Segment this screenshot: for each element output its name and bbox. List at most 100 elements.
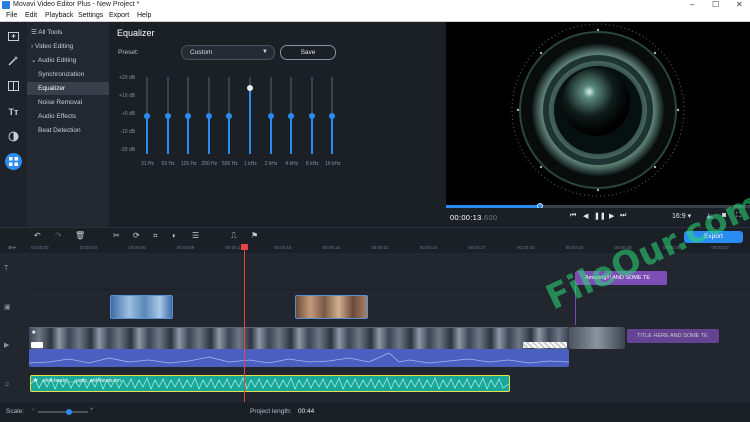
- tool-video-editing[interactable]: › Video Editing: [27, 40, 109, 53]
- zoom-out-icon[interactable]: −: [31, 407, 35, 413]
- menu-file[interactable]: File: [6, 10, 17, 21]
- menu-bar: File Edit Playback Settings Export Help: [0, 10, 750, 22]
- ruler-tick-label: 00:00:06: [128, 245, 146, 250]
- add-track-icon[interactable]: ≡+: [8, 245, 16, 252]
- title-track-icon: T: [4, 265, 9, 272]
- close-button[interactable]: ✕: [736, 0, 743, 10]
- title-clip[interactable]: TITLE HERE AND SOME TE: [627, 329, 719, 343]
- eq-slider-handle[interactable]: [288, 112, 295, 119]
- clip-properties-icon[interactable]: ☰: [192, 231, 199, 240]
- previous-frame-icon[interactable]: ◀: [583, 212, 588, 220]
- minimize-button[interactable]: –: [690, 0, 694, 10]
- chevron-down-icon: ⌄: [31, 57, 37, 64]
- equalizer-sliders: +20 dB +10 dB +0 dB -10 dB -20 dB 31 Hz 6…: [109, 75, 445, 185]
- menu-playback[interactable]: Playback: [45, 10, 73, 21]
- eq-slider-fill: [228, 113, 231, 154]
- save-preset-button[interactable]: Save: [280, 45, 336, 60]
- color-adjust-icon[interactable]: ◐: [172, 231, 177, 240]
- eq-slider-fill: [310, 113, 313, 154]
- next-frame-icon[interactable]: ▶: [609, 212, 614, 220]
- more-tools-icon[interactable]: [5, 153, 22, 170]
- audio-clip[interactable]: ★ shot-beats_..._paris_with-beats-cm: [30, 375, 510, 392]
- app-logo-icon: [2, 1, 10, 9]
- filters-icon[interactable]: [5, 128, 22, 145]
- list-icon: ☰: [31, 29, 37, 36]
- scale-slider-handle[interactable]: [66, 409, 72, 415]
- tool-all-tools[interactable]: ☰ All Tools: [27, 26, 109, 39]
- eq-slider-handle[interactable]: [185, 112, 192, 119]
- playhead[interactable]: [244, 244, 245, 402]
- chevron-right-icon: ›: [31, 43, 34, 50]
- eq-slider-handle[interactable]: [267, 112, 274, 119]
- project-length-label: Project length:: [250, 408, 292, 415]
- eq-slider-handle[interactable]: [164, 112, 171, 119]
- panel-title: Equalizer: [117, 28, 155, 38]
- ruler-tick-label: 00:00:27: [468, 245, 486, 250]
- music-track-icon: ♫: [4, 381, 10, 388]
- eq-slider-handle[interactable]: [226, 112, 233, 119]
- menu-edit[interactable]: Edit: [25, 10, 37, 21]
- tool-equalizer[interactable]: Equalizer: [27, 82, 109, 95]
- ruler-tick-label: 00:00:15: [274, 245, 292, 250]
- window-title: Movavi Video Editor Plus - New Project *: [13, 1, 140, 8]
- rotate-icon[interactable]: ⟳: [133, 231, 140, 240]
- star-icon: ★: [33, 378, 39, 384]
- preset-dropdown[interactable]: Custom ▼: [181, 45, 275, 60]
- play-pause-icon[interactable]: ❚❚: [594, 212, 606, 220]
- skip-back-icon[interactable]: ⏮: [570, 212, 576, 220]
- tool-synchronization[interactable]: Synchronization: [27, 68, 109, 81]
- menu-export[interactable]: Export: [109, 10, 129, 21]
- chevron-down-icon: ▼: [262, 49, 268, 55]
- skip-forward-icon[interactable]: ⏭: [620, 212, 626, 220]
- menu-settings[interactable]: Settings: [78, 10, 103, 21]
- tool-beat-detection[interactable]: Beat Detection: [27, 124, 109, 137]
- delete-icon[interactable]: 🗑: [75, 231, 85, 240]
- speaker-image: [511, 23, 685, 197]
- project-length-value: 00:44: [298, 408, 315, 415]
- eq-slider-fill: [249, 86, 251, 154]
- eq-slider-16khz[interactable]: 16 kHz: [322, 77, 343, 177]
- eq-slider-fill: [166, 113, 169, 154]
- playhead-handle[interactable]: [241, 244, 248, 250]
- tool-audio-effects[interactable]: Audio Effects: [27, 110, 109, 123]
- ruler-tick-label: 00:00:24: [419, 245, 438, 250]
- titles-icon[interactable]: Tт: [5, 103, 22, 120]
- redo-icon[interactable]: ↷: [55, 231, 62, 240]
- tool-audio-editing[interactable]: ⌄ Audio Editing: [27, 54, 109, 67]
- undo-icon[interactable]: ↶: [34, 231, 41, 240]
- eq-slider-handle[interactable]: [329, 112, 336, 119]
- preset-value: Custom: [190, 49, 213, 56]
- eq-slider-handle[interactable]: [247, 85, 253, 92]
- main-video-clip[interactable]: ★: [29, 327, 569, 350]
- ruler-tick-label: 00:00:09: [176, 245, 195, 250]
- status-bar: Scale: − + Project length: 00:44: [0, 402, 750, 422]
- overlay-video-clip[interactable]: [110, 295, 173, 319]
- transitions-icon[interactable]: [5, 77, 22, 94]
- scale-slider[interactable]: [38, 409, 88, 415]
- crop-icon[interactable]: ⌗: [153, 231, 158, 241]
- magic-wand-icon[interactable]: [5, 52, 22, 69]
- db-label: +0 dB: [121, 111, 135, 117]
- main-video-clip[interactable]: [569, 327, 625, 349]
- marker-flag-icon[interactable]: ⚑: [251, 231, 258, 240]
- cut-icon[interactable]: ✂: [113, 231, 120, 240]
- menu-help[interactable]: Help: [137, 10, 151, 21]
- maximize-button[interactable]: ☐: [712, 0, 719, 10]
- eq-slider-handle[interactable]: [144, 112, 150, 119]
- record-audio-icon[interactable]: ⎍: [231, 231, 237, 241]
- ruler-tick-label: 00:00:30: [517, 245, 535, 250]
- tool-noise-removal[interactable]: Noise Removal: [27, 96, 109, 109]
- import-icon[interactable]: [5, 27, 22, 44]
- eq-slider-handle[interactable]: [205, 112, 212, 119]
- eq-slider-fill: [269, 113, 272, 154]
- transition-marker: [523, 342, 567, 348]
- zoom-in-icon[interactable]: +: [90, 407, 94, 413]
- ruler-tick-label: 00:00:21: [371, 245, 389, 250]
- overlay-video-clip[interactable]: [295, 295, 368, 319]
- video-preview[interactable]: [446, 22, 750, 206]
- db-label: -10 dB: [120, 129, 135, 135]
- eq-slider-handle[interactable]: [308, 112, 315, 119]
- eq-slider-fill: [207, 113, 210, 154]
- main-video-track: ★ TITLE HERE AND SOME TE: [27, 325, 750, 371]
- video-track-icon: ▶: [4, 342, 10, 349]
